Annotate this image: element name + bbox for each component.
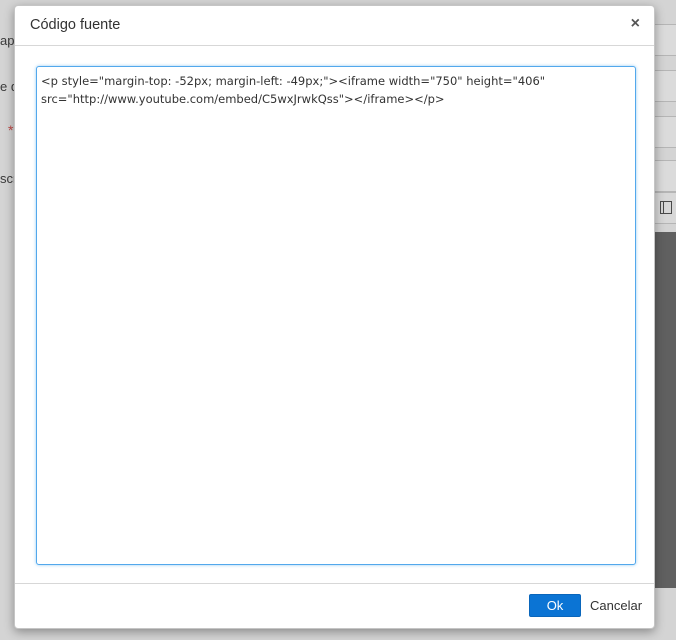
- ok-button[interactable]: Ok: [529, 594, 581, 617]
- dialog-title: Código fuente: [30, 17, 121, 33]
- cancel-button[interactable]: Cancelar: [588, 594, 644, 617]
- dialog-header: Código fuente ×: [15, 6, 654, 46]
- source-code-dialog: Código fuente × <p style="margin-top: -5…: [14, 5, 655, 629]
- dialog-footer: Ok Cancelar: [15, 583, 654, 628]
- source-code-textarea[interactable]: <p style="margin-top: -52px; margin-left…: [36, 66, 636, 565]
- close-icon[interactable]: ×: [631, 16, 640, 32]
